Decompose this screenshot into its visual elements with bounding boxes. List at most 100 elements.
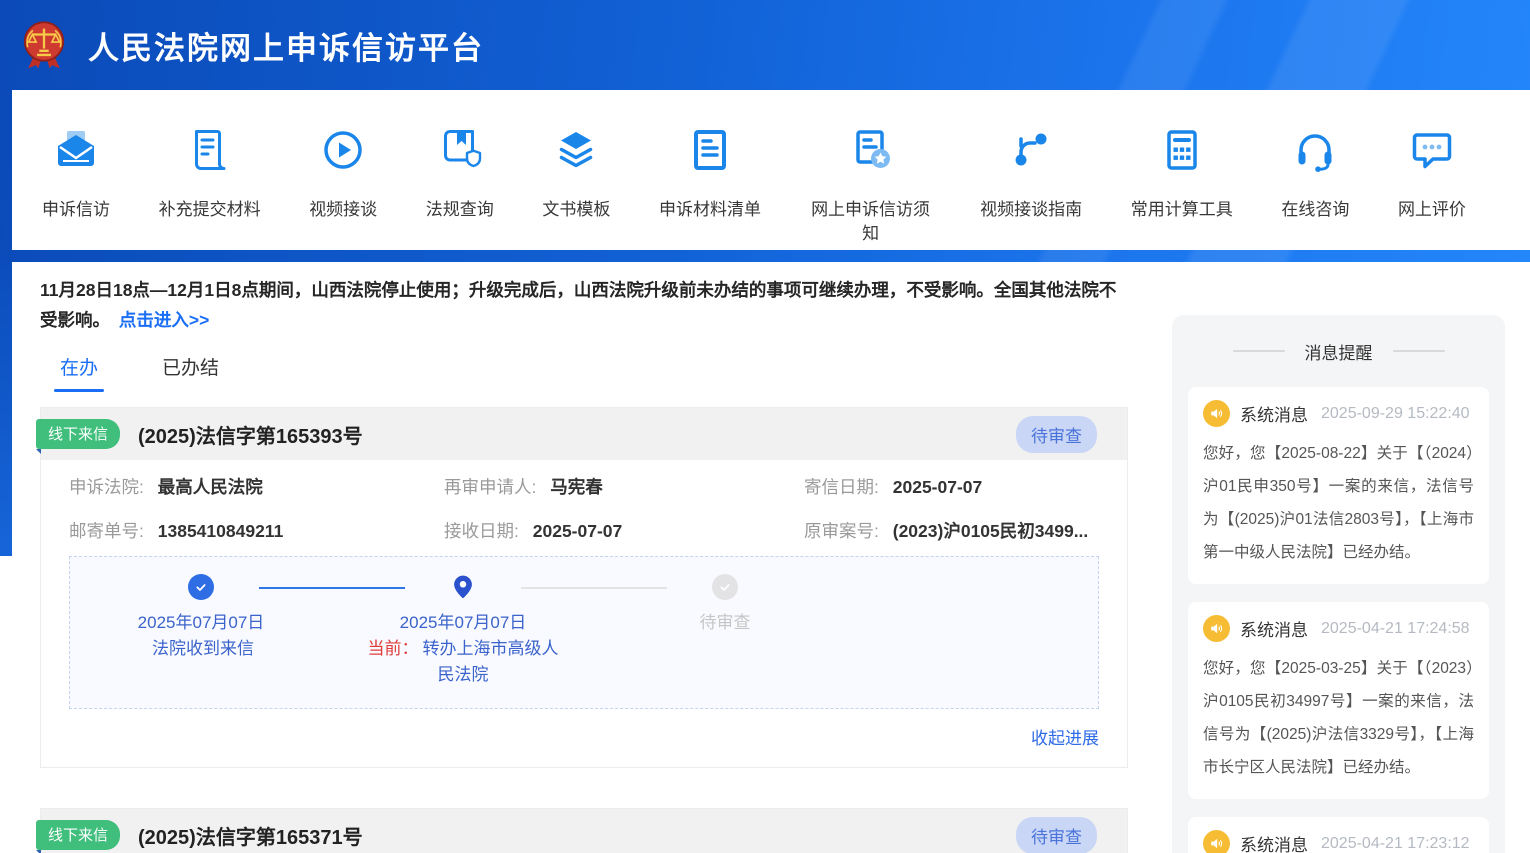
nav-item-label: 常用计算工具 (1131, 198, 1233, 222)
field-label: 邮寄单号: (69, 521, 144, 541)
timeline-step: 2025年07月07日 当前：转办上海市高级人民法院 (332, 574, 594, 688)
message-card[interactable]: 系统消息 2025-04-21 17:23:12 (1188, 817, 1489, 853)
speaker-icon (1203, 615, 1230, 642)
timeline-node (188, 574, 214, 600)
nav-item-label: 法规查询 (426, 198, 494, 222)
page-root: { "colors": { "brand_blue": "#1a6ef5", "… (0, 0, 1530, 853)
step-action-text: 法院收到来信 (152, 639, 254, 658)
nav-item-label: 在线咨询 (1281, 198, 1349, 222)
nav-item[interactable]: 常用计算工具 (1131, 126, 1233, 250)
nav-item[interactable]: 在线咨询 (1281, 126, 1349, 250)
timeline-node (450, 574, 476, 600)
nav-item[interactable]: 视频接谈指南 (980, 126, 1082, 250)
status-badge: 待审查 (1016, 416, 1097, 453)
offline-letter-badge: 线下来信 (36, 820, 120, 850)
nav-item[interactable]: 法规查询 (426, 126, 494, 250)
case-field: 邮寄单号: 1385410849211 (69, 518, 444, 543)
title-dash-left (1233, 350, 1285, 352)
nav-item-label: 网上评价 (1398, 198, 1466, 222)
timeline-step-text: 当前：转办上海市高级人民法院 (361, 636, 566, 688)
collapse-progress-link[interactable]: 收起进展 (1031, 729, 1099, 748)
nav-item-label: 申诉信访 (42, 198, 110, 222)
timeline-step-date: 2025年07月07日 (138, 610, 265, 636)
case-field: 再审申请人: 马宪春 (444, 474, 804, 499)
tab[interactable]: 在办 (60, 353, 98, 392)
nav-item-label: 文书模板 (542, 198, 610, 222)
message-header: 系统消息 2025-04-21 17:24:58 (1203, 615, 1474, 642)
video-guide-icon (1007, 126, 1055, 174)
field-value: (2023)沪0105民初3499... (893, 521, 1089, 541)
nav-item-label: 视频接谈 (309, 198, 377, 222)
case-field: 原审案号: (2023)沪0105民初3499... (804, 518, 1099, 543)
collapse-row: 收起进展 (69, 724, 1099, 749)
timeline-node (712, 574, 738, 600)
timeline-step: 2025年07月07日 法院收到来信 (70, 574, 332, 688)
case-card-header: 线下来信 (2025)法信字第165371号 待审查 (41, 809, 1127, 853)
main-panel: 11月28日18点—12月1日8点期间，山西法院停止使用；升级完成后，山西法院升… (12, 262, 1152, 853)
timeline-step-text (723, 636, 727, 662)
message-card[interactable]: 系统消息 2025-09-29 15:22:40 您好，您【2025-08-22… (1188, 387, 1489, 584)
message-timestamp: 2025-04-21 17:23:12 (1321, 835, 1470, 853)
tab[interactable]: 已办结 (162, 353, 219, 392)
field-label: 原审案号: (804, 521, 879, 541)
nav-item[interactable]: 文书模板 (542, 126, 610, 250)
nav-item-label: 视频接谈指南 (980, 198, 1082, 222)
speaker-icon (1203, 830, 1230, 853)
message-timestamp: 2025-04-21 17:24:58 (1321, 620, 1470, 638)
check-icon (717, 579, 733, 595)
field-label: 寄信日期: (804, 477, 879, 497)
progress-timeline: 2025年07月07日 法院收到来信 (69, 556, 1099, 709)
material-list-icon (686, 126, 734, 174)
left-gradient-strip (0, 262, 12, 556)
timeline-step-date: 待审查 (700, 610, 751, 636)
field-label: 接收日期: (444, 521, 519, 541)
case-card: 线下来信 (2025)法信字第165371号 待审查 (40, 808, 1128, 853)
message-body: 您好，您【2025-03-25】关于【（2023）沪0105民初34997号】一… (1203, 652, 1474, 784)
nav-item-label: 网上申诉信访须知 (810, 198, 932, 246)
app-title: 人民法院网上申诉信访平台 (88, 23, 484, 68)
timeline-step-text: 法院收到来信 (148, 636, 254, 662)
message-header: 系统消息 2025-09-29 15:22:40 (1203, 400, 1474, 427)
speaker-icon (1203, 400, 1230, 427)
case-field: 接收日期: 2025-07-07 (444, 518, 804, 543)
nav-item-label: 补充提交材料 (159, 198, 261, 222)
document-template-icon (552, 126, 600, 174)
message-type: 系统消息 (1240, 831, 1308, 853)
timeline-step-date: 2025年07月07日 (400, 610, 527, 636)
court-emblem-logo (16, 16, 72, 74)
messages-panel-title: 消息提醒 (1188, 315, 1489, 387)
timeline-step: 待审查 (594, 574, 856, 688)
calculator-icon (1158, 126, 1206, 174)
field-value: 1385410849211 (158, 521, 284, 541)
nav-item[interactable]: 网上评价 (1398, 126, 1466, 250)
case-fields: 申诉法院: 最高人民法院 再审申请人: 马宪春 寄信日期: (69, 474, 1099, 543)
field-value: 马宪春 (550, 477, 603, 497)
nav-item[interactable]: 网上申诉信访须知 (810, 126, 932, 250)
message-type: 系统消息 (1240, 401, 1308, 426)
nav-item[interactable]: 视频接谈 (309, 126, 377, 250)
case-number-title: (2025)法信字第165371号 (138, 821, 363, 850)
app-header: 人民法院网上申诉信访平台 (0, 0, 1530, 90)
current-label: 当前： (368, 639, 419, 658)
notice-enter-link[interactable]: 点击进入>> (119, 310, 209, 330)
law-search-icon (436, 126, 484, 174)
location-pin-icon (450, 572, 476, 602)
tab-bar: 在办 已办结 (40, 353, 1128, 392)
case-field: 寄信日期: 2025-07-07 (804, 474, 1099, 499)
case-card: 线下来信 (2025)法信字第165393号 待审查 申诉法院: 最高人民法院 (40, 407, 1128, 768)
nav-item[interactable]: 申诉材料清单 (659, 126, 761, 250)
messages-panel: 消息提醒 系统消息 2025-09-29 15:22:40 您好，您【2025-… (1172, 315, 1505, 853)
field-value: 2025-07-07 (893, 477, 983, 497)
petition-notice-icon (847, 126, 895, 174)
online-consult-icon (1291, 126, 1339, 174)
case-card-body: 申诉法院: 最高人民法院 再审申请人: 马宪春 寄信日期: (41, 460, 1127, 767)
field-value: 最高人民法院 (158, 477, 263, 497)
supplement-material-icon (186, 126, 234, 174)
nav-item-label: 申诉材料清单 (659, 198, 761, 222)
nav-item[interactable]: 申诉信访 (42, 126, 110, 250)
nav-item[interactable]: 补充提交材料 (159, 126, 261, 250)
message-header: 系统消息 2025-04-21 17:23:12 (1203, 830, 1474, 853)
message-timestamp: 2025-09-29 15:22:40 (1321, 405, 1470, 423)
case-number-title: (2025)法信字第165393号 (138, 420, 363, 449)
message-card[interactable]: 系统消息 2025-04-21 17:24:58 您好，您【2025-03-25… (1188, 602, 1489, 799)
